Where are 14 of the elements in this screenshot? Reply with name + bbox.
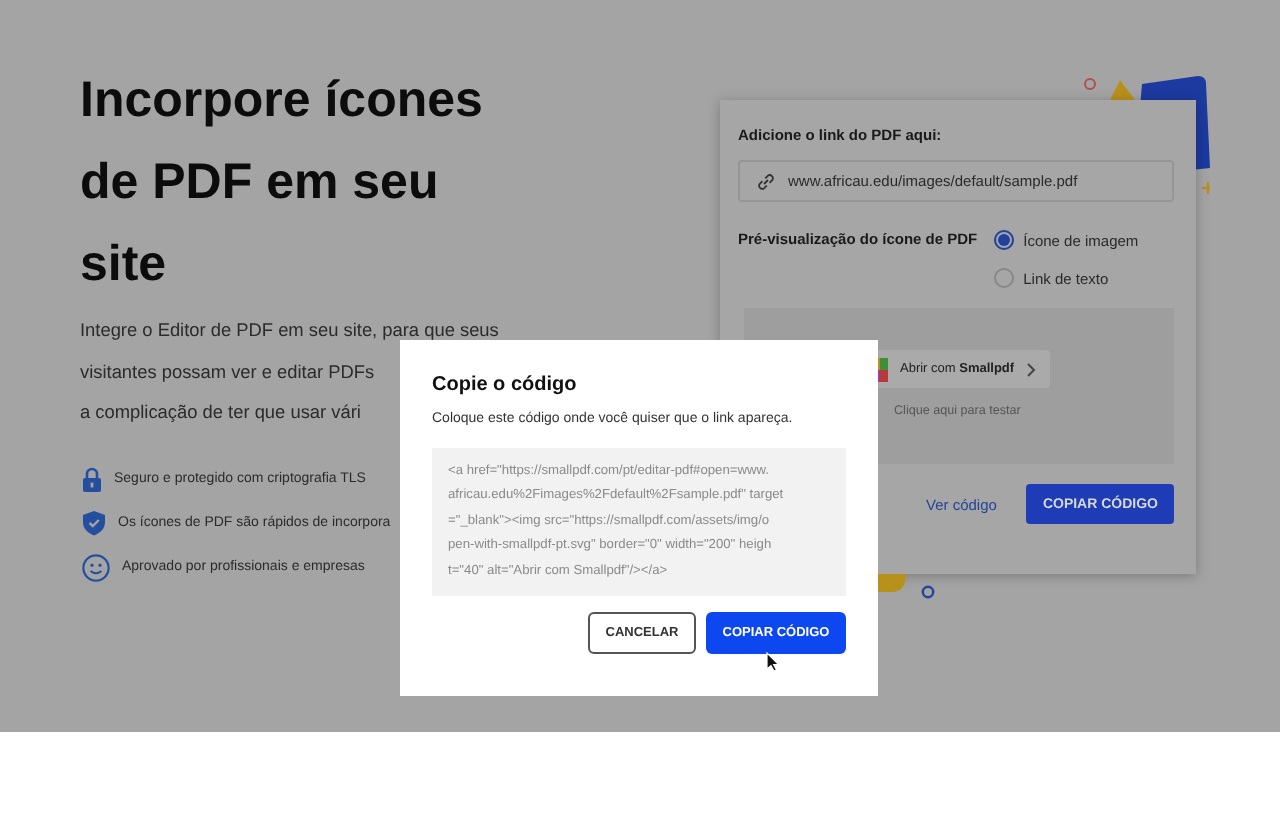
- lock-icon: [82, 465, 102, 491]
- page-heading: Incorpore ícones de PDF em seu site: [80, 70, 483, 296]
- radio-button[interactable]: [993, 230, 1014, 250]
- shield-icon: [82, 509, 106, 535]
- link-icon: [756, 171, 776, 191]
- chevron-icon: [1026, 361, 1037, 377]
- smiley-icon: [82, 553, 110, 581]
- description-line: visitantes possam ver e editar PDFs: [80, 359, 375, 386]
- dialog-title: Copie o código: [432, 374, 577, 396]
- radio-button[interactable]: [993, 268, 1014, 288]
- description-line: Integre o Editor de PDF em seu site, para que seus: [80, 318, 499, 344]
- cursor-icon: [766, 652, 780, 672]
- description-line: a complicação de ter que usar vári: [80, 400, 361, 426]
- decoration-drawing: [878, 574, 938, 602]
